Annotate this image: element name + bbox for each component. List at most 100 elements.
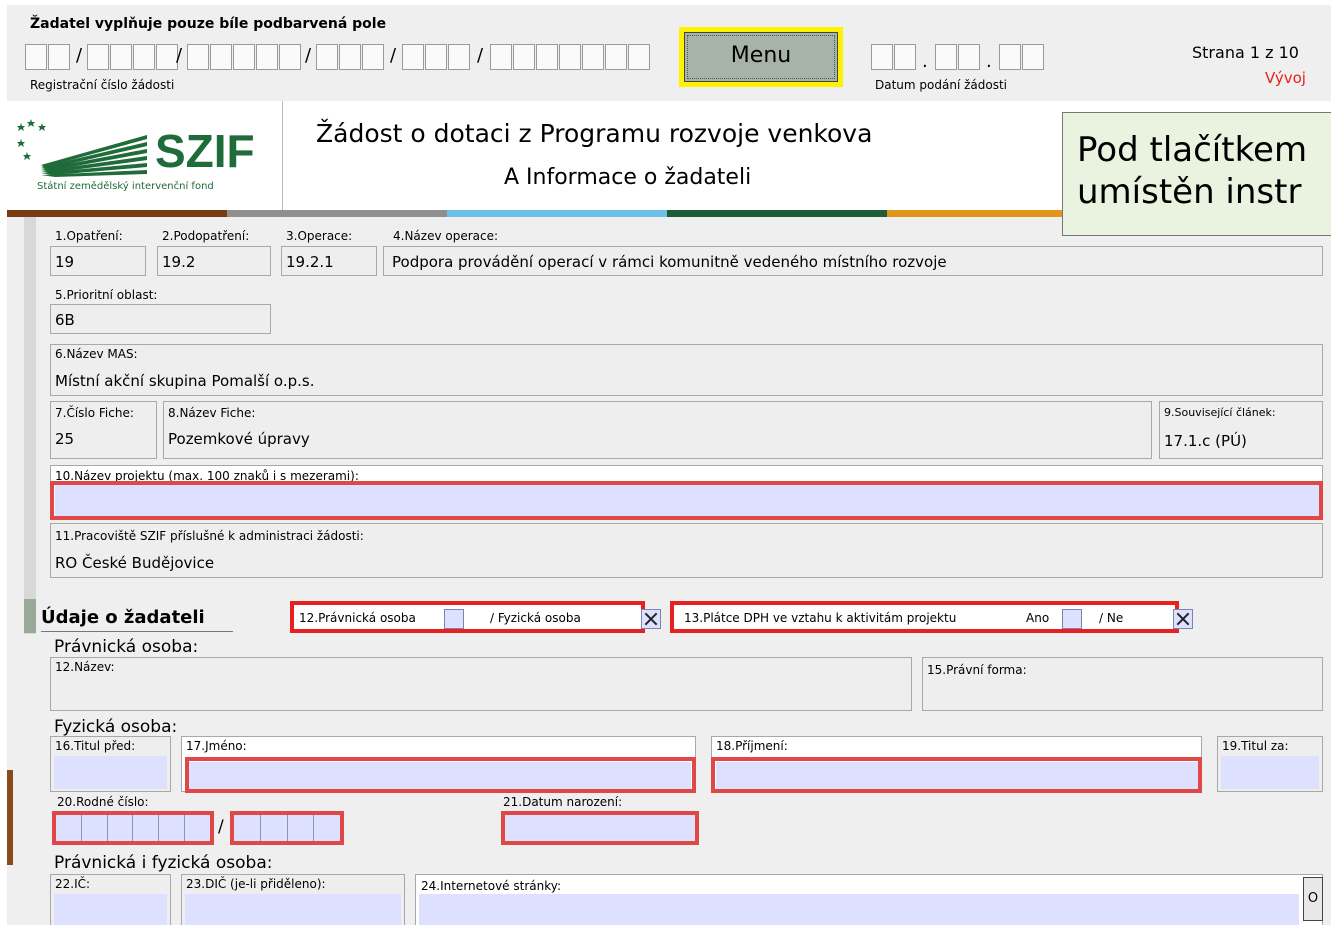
rodne-cislo-part1[interactable] — [52, 811, 214, 845]
reg-cell[interactable] — [559, 44, 581, 70]
reg-cell[interactable] — [87, 44, 109, 70]
date-cell[interactable] — [958, 44, 980, 70]
reg-cell[interactable] — [402, 44, 424, 70]
prioritni-oblast-value: 6B — [55, 311, 75, 329]
nazev-field: 12.Název: — [50, 657, 912, 711]
vat-choice: 13.Plátce DPH ve vztahu k aktivitám proj… — [670, 601, 1194, 633]
titul-pred-input[interactable] — [54, 756, 167, 789]
ic-label: 22.IČ: — [55, 877, 91, 891]
ic-input[interactable] — [54, 894, 167, 925]
opatreni-value: 19 — [55, 253, 75, 271]
podopatreni-label: 2.Podopatření: — [162, 229, 250, 243]
rc-cell[interactable] — [261, 815, 288, 841]
reg-group-4 — [316, 44, 385, 70]
dic-label: 23.DIČ (je-li přiděleno): — [186, 877, 326, 891]
rc-cell[interactable] — [108, 815, 134, 841]
operace-field: 19.2.1 — [281, 246, 377, 276]
reg-number-label: Registrační číslo žádosti — [30, 78, 175, 92]
date-cell[interactable] — [871, 44, 893, 70]
reg-cell[interactable] — [233, 44, 255, 70]
reg-group-5 — [402, 44, 471, 70]
rc-cell[interactable] — [185, 815, 210, 841]
reg-cell[interactable] — [513, 44, 535, 70]
date-cell[interactable] — [999, 44, 1021, 70]
web-open-button[interactable]: O — [1303, 877, 1323, 921]
date-cell[interactable] — [935, 44, 957, 70]
title-divider — [282, 101, 283, 211]
reg-cell[interactable] — [605, 44, 627, 70]
reg-cell[interactable] — [628, 44, 650, 70]
left-gutter — [24, 217, 36, 634]
podopatreni-field: 19.2 — [157, 246, 271, 276]
reg-cell[interactable] — [25, 44, 47, 70]
dic-input[interactable] — [185, 894, 401, 925]
rc-cell[interactable] — [314, 815, 340, 841]
web-label: 24.Internetové stránky: — [421, 879, 562, 893]
rc-cell[interactable] — [133, 815, 160, 841]
nazev-operace-field: Podpora provádění operací v rámci komuni… — [383, 246, 1323, 276]
nazev-mas-field: 6.Název MAS: Místní akční skupina Pomalš… — [50, 344, 1323, 396]
datum-narozeni-input[interactable] — [501, 811, 699, 845]
szif-logo-text: SZIF — [155, 125, 255, 177]
reg-cell[interactable] — [187, 44, 209, 70]
reg-cell[interactable] — [256, 44, 278, 70]
rc-cell[interactable] — [288, 815, 315, 841]
reg-cell[interactable] — [536, 44, 558, 70]
stripe-blue — [447, 210, 667, 217]
rc-cell[interactable] — [82, 815, 108, 841]
applicant-section-title: Údaje o žadateli — [41, 607, 205, 628]
cislo-fiche-label: 7.Číslo Fiche: — [55, 406, 134, 420]
rc-cell[interactable] — [234, 815, 261, 841]
reg-separator: / — [176, 45, 183, 66]
reg-cell[interactable] — [582, 44, 604, 70]
legal-person-checkbox[interactable] — [444, 608, 464, 629]
legal-person-choice: 12.Právnická osoba / Fyzická osoba — [290, 601, 662, 633]
natural-person-checkbox[interactable] — [641, 608, 662, 629]
rc-cell[interactable] — [56, 815, 82, 841]
titul-za-label: 19.Titul za: — [1222, 739, 1289, 753]
rodne-cislo-part2[interactable] — [230, 811, 344, 845]
submission-date-label: Datum podání žádosti — [875, 78, 1007, 92]
cislo-fiche-field: 7.Číslo Fiche: 25 — [50, 401, 157, 459]
section-underline — [41, 631, 233, 632]
reg-cell[interactable] — [156, 44, 178, 70]
date-cell[interactable] — [1022, 44, 1044, 70]
reg-group-3 — [187, 44, 302, 70]
menu-button[interactable]: Menu — [684, 32, 838, 82]
web-input[interactable] — [419, 894, 1299, 925]
reg-cell[interactable] — [48, 44, 70, 70]
reg-cell[interactable] — [210, 44, 232, 70]
vat-ne-checkbox[interactable] — [1173, 608, 1194, 629]
clanek-value: 17.1.c (PÚ) — [1164, 432, 1247, 450]
szif-logo-subtitle: Státní zemědělský intervenční fond — [37, 181, 214, 192]
reg-cell[interactable] — [362, 44, 384, 70]
nazev-operace-value: Podpora provádění operací v rámci komuni… — [392, 253, 947, 271]
date-day — [871, 44, 917, 70]
vat-ano-checkbox[interactable] — [1062, 608, 1082, 629]
date-year — [999, 44, 1045, 70]
vat-ne-label: / Ne — [1099, 611, 1124, 625]
opatreni-label: 1.Opatření: — [55, 229, 123, 243]
reg-cell[interactable] — [110, 44, 132, 70]
reg-cell[interactable] — [490, 44, 512, 70]
titul-za-input[interactable] — [1221, 756, 1319, 789]
reg-cell[interactable] — [316, 44, 338, 70]
reg-cell[interactable] — [339, 44, 361, 70]
reg-cell[interactable] — [448, 44, 470, 70]
nazev-mas-label: 6.Název MAS: — [55, 347, 138, 361]
natural-person-label: / Fyzická osoba — [490, 611, 581, 625]
titul-pred-label: 16.Titul před: — [55, 739, 136, 753]
rc-cell[interactable] — [159, 815, 186, 841]
reg-cell[interactable] — [133, 44, 155, 70]
date-cell[interactable] — [894, 44, 916, 70]
both-heading: Právnická i fyzická osoba: — [54, 853, 273, 873]
form-subtitle: A Informace o žadateli — [504, 165, 752, 190]
reg-cell[interactable] — [425, 44, 447, 70]
datum-narozeni-label: 21.Datum narození: — [503, 795, 623, 809]
rodne-cislo-separator: / — [218, 817, 224, 837]
callout-line-2: umístěn instr — [1077, 172, 1302, 212]
pracoviste-label: 11.Pracoviště SZIF příslušné k administr… — [55, 529, 364, 543]
reg-separator: / — [390, 45, 397, 66]
reg-cell[interactable] — [279, 44, 301, 70]
prioritni-oblast-field: 6B — [50, 304, 271, 334]
